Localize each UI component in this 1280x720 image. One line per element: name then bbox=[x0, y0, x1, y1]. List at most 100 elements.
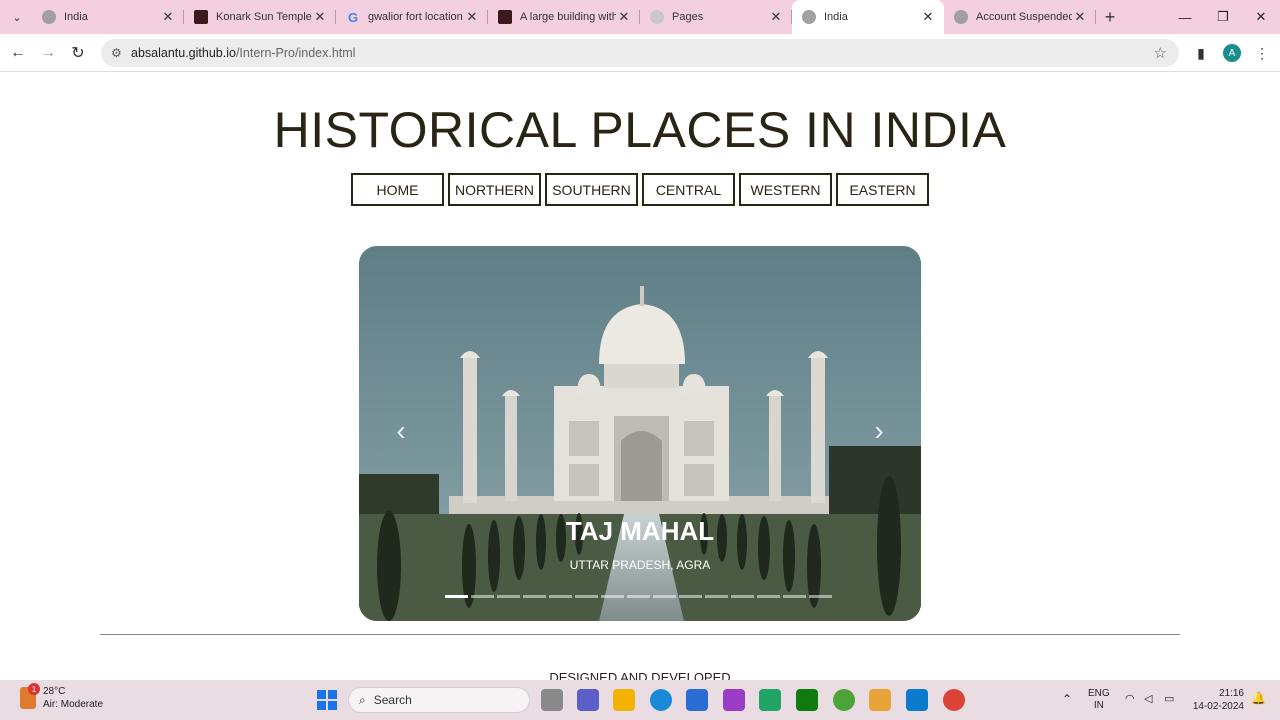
taskbar: 1 28°C Air: Moderate ⌕ Search ⌃ ENG IN ◠… bbox=[0, 680, 1280, 720]
teams-icon[interactable] bbox=[577, 689, 599, 711]
close-tab-icon[interactable]: ✕ bbox=[160, 9, 176, 25]
notification-badge: 1 bbox=[28, 683, 40, 695]
carousel-indicator[interactable] bbox=[575, 595, 598, 598]
wifi-icon[interactable]: ◠ bbox=[1125, 693, 1135, 705]
tab-3[interactable]: A large building with ✕ bbox=[488, 0, 640, 34]
nav-link-central[interactable]: CENTRAL bbox=[642, 173, 735, 206]
nav-link-southern[interactable]: SOUTHERN bbox=[545, 173, 638, 206]
taskbar-search[interactable]: ⌕ Search bbox=[348, 687, 530, 713]
tab-label: India bbox=[824, 11, 848, 23]
weather-temp: 28°C bbox=[43, 686, 66, 697]
play-store-icon[interactable] bbox=[759, 689, 781, 711]
chevron-down-icon: ⌄ bbox=[12, 11, 22, 24]
window-controls: — ❐ ✕ bbox=[1166, 0, 1280, 34]
battery-icon[interactable]: ▭ bbox=[1164, 693, 1174, 705]
bookmark-star-icon[interactable]: ☆ bbox=[1154, 44, 1167, 62]
tab-search-button[interactable]: ⌄ bbox=[6, 7, 28, 27]
tab-label: A large building with bbox=[520, 11, 616, 23]
nav-link-home[interactable]: HOME bbox=[351, 173, 444, 206]
tab-1[interactable]: Konark Sun Temple in✕ bbox=[184, 0, 336, 34]
minimize-button[interactable]: — bbox=[1166, 0, 1204, 34]
carousel-indicator[interactable] bbox=[627, 595, 650, 598]
carousel-indicator[interactable] bbox=[601, 595, 624, 598]
edge-icon[interactable] bbox=[650, 689, 672, 711]
tray-overflow-icon[interactable]: ⌃ bbox=[1062, 693, 1072, 705]
carousel-indicator[interactable] bbox=[523, 595, 546, 598]
more-vert-icon: ⋮ bbox=[1255, 44, 1269, 61]
close-tab-icon[interactable]: ✕ bbox=[920, 9, 936, 25]
clock[interactable]: 21:16 14-02-2024 bbox=[1193, 687, 1244, 713]
forward-button[interactable]: → bbox=[36, 41, 60, 65]
close-tab-icon[interactable]: ✕ bbox=[768, 9, 784, 25]
carousel-indicator[interactable] bbox=[757, 595, 780, 598]
tab-5[interactable]: India ✕ bbox=[792, 0, 944, 34]
tab-0[interactable]: India ✕ bbox=[32, 0, 184, 34]
carousel-indicator[interactable] bbox=[549, 595, 572, 598]
close-tab-icon[interactable]: ✕ bbox=[1072, 9, 1088, 25]
chrome-icon[interactable] bbox=[943, 689, 965, 711]
reload-button[interactable]: ↻ bbox=[66, 41, 90, 65]
restore-button[interactable]: ❐ bbox=[1204, 0, 1242, 34]
site-icon bbox=[194, 10, 208, 24]
notification-bell-icon[interactable]: 🔔 bbox=[1251, 692, 1266, 704]
close-tab-icon[interactable]: ✕ bbox=[616, 9, 632, 25]
clock-time: 21:16 bbox=[1218, 688, 1244, 699]
close-window-button[interactable]: ✕ bbox=[1242, 0, 1280, 34]
carousel-indicators bbox=[445, 595, 832, 598]
arrow-left-icon: ← bbox=[10, 44, 26, 61]
divider bbox=[100, 634, 1180, 635]
carousel-indicator[interactable] bbox=[679, 595, 702, 598]
close-tab-icon[interactable]: ✕ bbox=[464, 9, 480, 25]
tab-label: Account Suspended bbox=[976, 11, 1072, 23]
language-indicator[interactable]: ENG IN bbox=[1088, 688, 1110, 712]
carousel-next-button[interactable]: › bbox=[864, 415, 894, 446]
volume-icon[interactable]: ◁ bbox=[1144, 693, 1152, 705]
carousel-indicator[interactable] bbox=[783, 595, 806, 598]
chevron-right-icon: › bbox=[874, 415, 884, 446]
app-icon[interactable] bbox=[869, 689, 891, 711]
file-explorer-icon[interactable] bbox=[613, 689, 635, 711]
carousel-prev-button[interactable]: ‹ bbox=[386, 415, 416, 446]
tab-label: Pages bbox=[672, 11, 704, 23]
search-icon: ⌕ bbox=[359, 692, 366, 707]
image-carousel[interactable]: ‹ › TAJ MAHAL UTTAR PRADESH, AGRA bbox=[359, 246, 921, 621]
arrow-right-icon: → bbox=[40, 44, 56, 61]
nav-link-western[interactable]: WESTERN bbox=[739, 173, 832, 206]
carousel-indicator[interactable] bbox=[705, 595, 728, 598]
menu-button[interactable]: ⋮ bbox=[1250, 41, 1274, 65]
carousel-indicator[interactable] bbox=[471, 595, 494, 598]
carousel-indicator[interactable] bbox=[809, 595, 832, 598]
tab-list: India✕Konark Sun Temple in✕Ggwalior fort… bbox=[32, 0, 1124, 34]
nav-link-northern[interactable]: NORTHERN bbox=[448, 173, 541, 206]
tab-label: India bbox=[64, 11, 88, 23]
carousel-indicator[interactable] bbox=[445, 595, 468, 598]
close-tab-icon[interactable]: ✕ bbox=[312, 9, 328, 25]
nav-link-eastern[interactable]: EASTERN bbox=[836, 173, 929, 206]
address-bar[interactable]: ⚙ absalantu.github.io/Intern-Pro/index.h… bbox=[101, 39, 1179, 67]
instagram-icon[interactable] bbox=[723, 689, 745, 711]
profile-button[interactable]: A bbox=[1220, 41, 1244, 65]
back-button[interactable]: ← bbox=[6, 41, 30, 65]
task-view-icon[interactable] bbox=[541, 689, 563, 711]
carousel-indicator[interactable] bbox=[497, 595, 520, 598]
tab-4[interactable]: Pages ✕ bbox=[640, 0, 792, 34]
xbox-icon[interactable] bbox=[796, 689, 818, 711]
page-title: HISTORICAL PLACES IN INDIA bbox=[273, 102, 1007, 158]
vscode-icon[interactable] bbox=[906, 689, 928, 711]
tab-separator bbox=[1095, 10, 1096, 24]
side-panel-button[interactable]: ▮ bbox=[1189, 41, 1213, 65]
utorrent-icon[interactable] bbox=[833, 689, 855, 711]
windows-icon bbox=[317, 690, 337, 710]
google-icon: G bbox=[347, 9, 359, 25]
weather-icon: 1 bbox=[20, 683, 40, 709]
url-host: absalantu.github.io bbox=[131, 46, 236, 60]
site-info-icon[interactable]: ⚙ bbox=[111, 46, 125, 60]
carousel-indicator[interactable] bbox=[653, 595, 676, 598]
new-tab-button[interactable]: + bbox=[1096, 0, 1124, 34]
weather-widget[interactable]: 1 28°C Air: Moderate bbox=[20, 683, 103, 711]
start-button[interactable] bbox=[316, 689, 338, 711]
store-icon[interactable] bbox=[686, 689, 708, 711]
tab-6[interactable]: Account Suspended ✕ bbox=[944, 0, 1096, 34]
carousel-indicator[interactable] bbox=[731, 595, 754, 598]
tab-2[interactable]: Ggwalior fort location ✕ bbox=[336, 0, 488, 34]
